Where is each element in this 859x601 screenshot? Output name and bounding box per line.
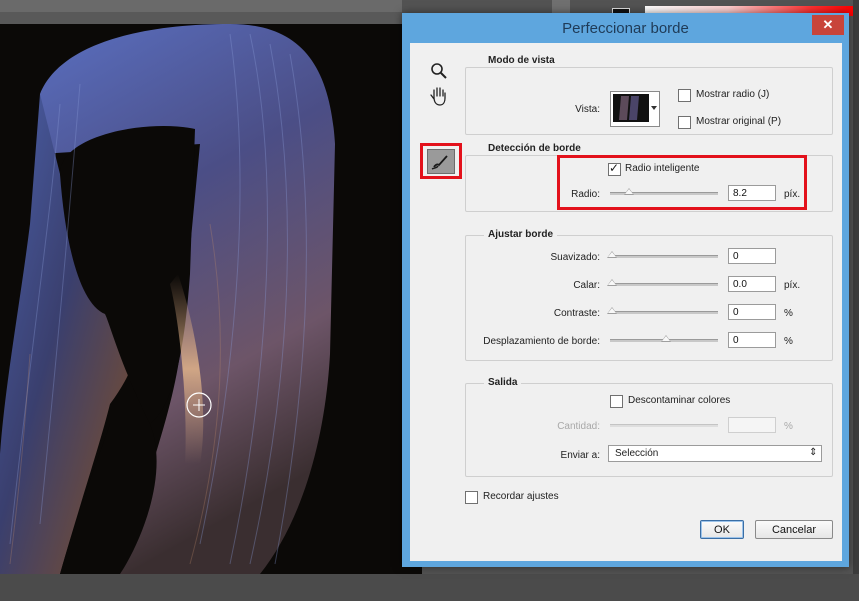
close-button[interactable]: ✕ (812, 15, 844, 35)
workspace-ruler (0, 12, 402, 24)
feather-unit: píx. (784, 280, 801, 291)
radius-unit: píx. (784, 189, 801, 200)
amount-slider-track (610, 424, 718, 427)
remember-settings-label: Recordar ajustes (483, 491, 559, 502)
workspace-scrollbar[interactable] (552, 0, 570, 14)
smooth-slider-thumb[interactable] (607, 251, 617, 258)
view-thumbnail-dropdown[interactable] (610, 91, 660, 127)
remember-settings-checkbox[interactable] (465, 491, 478, 504)
dialog-title: Perfeccionar borde (562, 20, 689, 37)
smart-radius-checkbox[interactable] (608, 161, 621, 176)
shift-edge-slider-thumb[interactable] (661, 335, 671, 342)
ok-button[interactable]: OK (700, 520, 744, 539)
feather-slider-track[interactable] (610, 283, 718, 286)
radius-input[interactable]: 8.2 (728, 185, 776, 201)
workspace-status-bar (0, 574, 859, 601)
dialog-content: Modo de vista Vista: Mostrar radio (J) M… (410, 43, 842, 561)
feather-label: Calar: (573, 280, 600, 291)
send-to-value: Selección (615, 448, 659, 459)
decontaminate-checkbox[interactable] (610, 395, 623, 408)
show-radius-label: Mostrar radio (J) (696, 89, 770, 100)
contrast-slider-thumb[interactable] (607, 307, 617, 314)
refine-edge-dialog: Perfeccionar borde ✕ Modo de vista Vista… (402, 13, 849, 567)
amount-label: Cantidad: (557, 421, 600, 432)
chevron-down-icon (651, 106, 657, 110)
contrast-slider-track[interactable] (610, 311, 718, 314)
amount-unit: % (784, 421, 793, 432)
feather-input[interactable]: 0.0 (728, 276, 776, 292)
show-original-label: Mostrar original (P) (696, 116, 782, 127)
radius-slider-thumb[interactable] (624, 188, 634, 195)
contrast-unit: % (784, 308, 793, 319)
smooth-slider-track[interactable] (610, 255, 718, 258)
cancel-button[interactable]: Cancelar (755, 520, 833, 539)
smooth-label: Suavizado: (550, 252, 600, 263)
select-arrows-icon: ⇕ (809, 447, 818, 458)
send-to-select[interactable]: Selección ⇕ (608, 445, 822, 462)
send-to-label: Enviar a: (560, 450, 600, 461)
hand-icon[interactable] (428, 85, 450, 107)
contrast-input[interactable]: 0 (728, 304, 776, 320)
view-label: Vista: (575, 104, 600, 115)
dialog-titlebar[interactable]: Perfeccionar borde ✕ (402, 13, 849, 42)
contrast-label: Contraste: (553, 308, 600, 319)
show-original-checkbox[interactable] (678, 116, 691, 129)
view-thumbnail (613, 94, 649, 122)
right-panel-edge (853, 0, 859, 601)
feather-slider-thumb[interactable] (607, 279, 617, 286)
radius-label: Radio: (571, 189, 600, 200)
image-canvas[interactable] (0, 24, 402, 574)
refine-radius-brush-icon (431, 155, 448, 170)
smooth-input[interactable]: 0 (728, 248, 776, 264)
shift-edge-unit: % (784, 336, 793, 347)
smart-radius-label: Radio inteligente (625, 163, 700, 174)
view-mode-title: Modo de vista (484, 55, 559, 66)
refine-radius-tool-button[interactable] (427, 149, 455, 174)
edge-detection-title: Detección de borde (484, 143, 585, 154)
shift-edge-label: Desplazamiento de borde: (483, 336, 600, 347)
adjust-edge-title: Ajustar borde (484, 229, 558, 240)
output-title: Salida (484, 377, 522, 388)
shift-edge-input[interactable]: 0 (728, 332, 776, 348)
zoom-icon[interactable] (429, 61, 449, 81)
hair-image (0, 24, 335, 574)
amount-input (728, 417, 776, 433)
show-radius-checkbox[interactable] (678, 89, 691, 102)
decontaminate-label: Descontaminar colores (628, 395, 731, 406)
